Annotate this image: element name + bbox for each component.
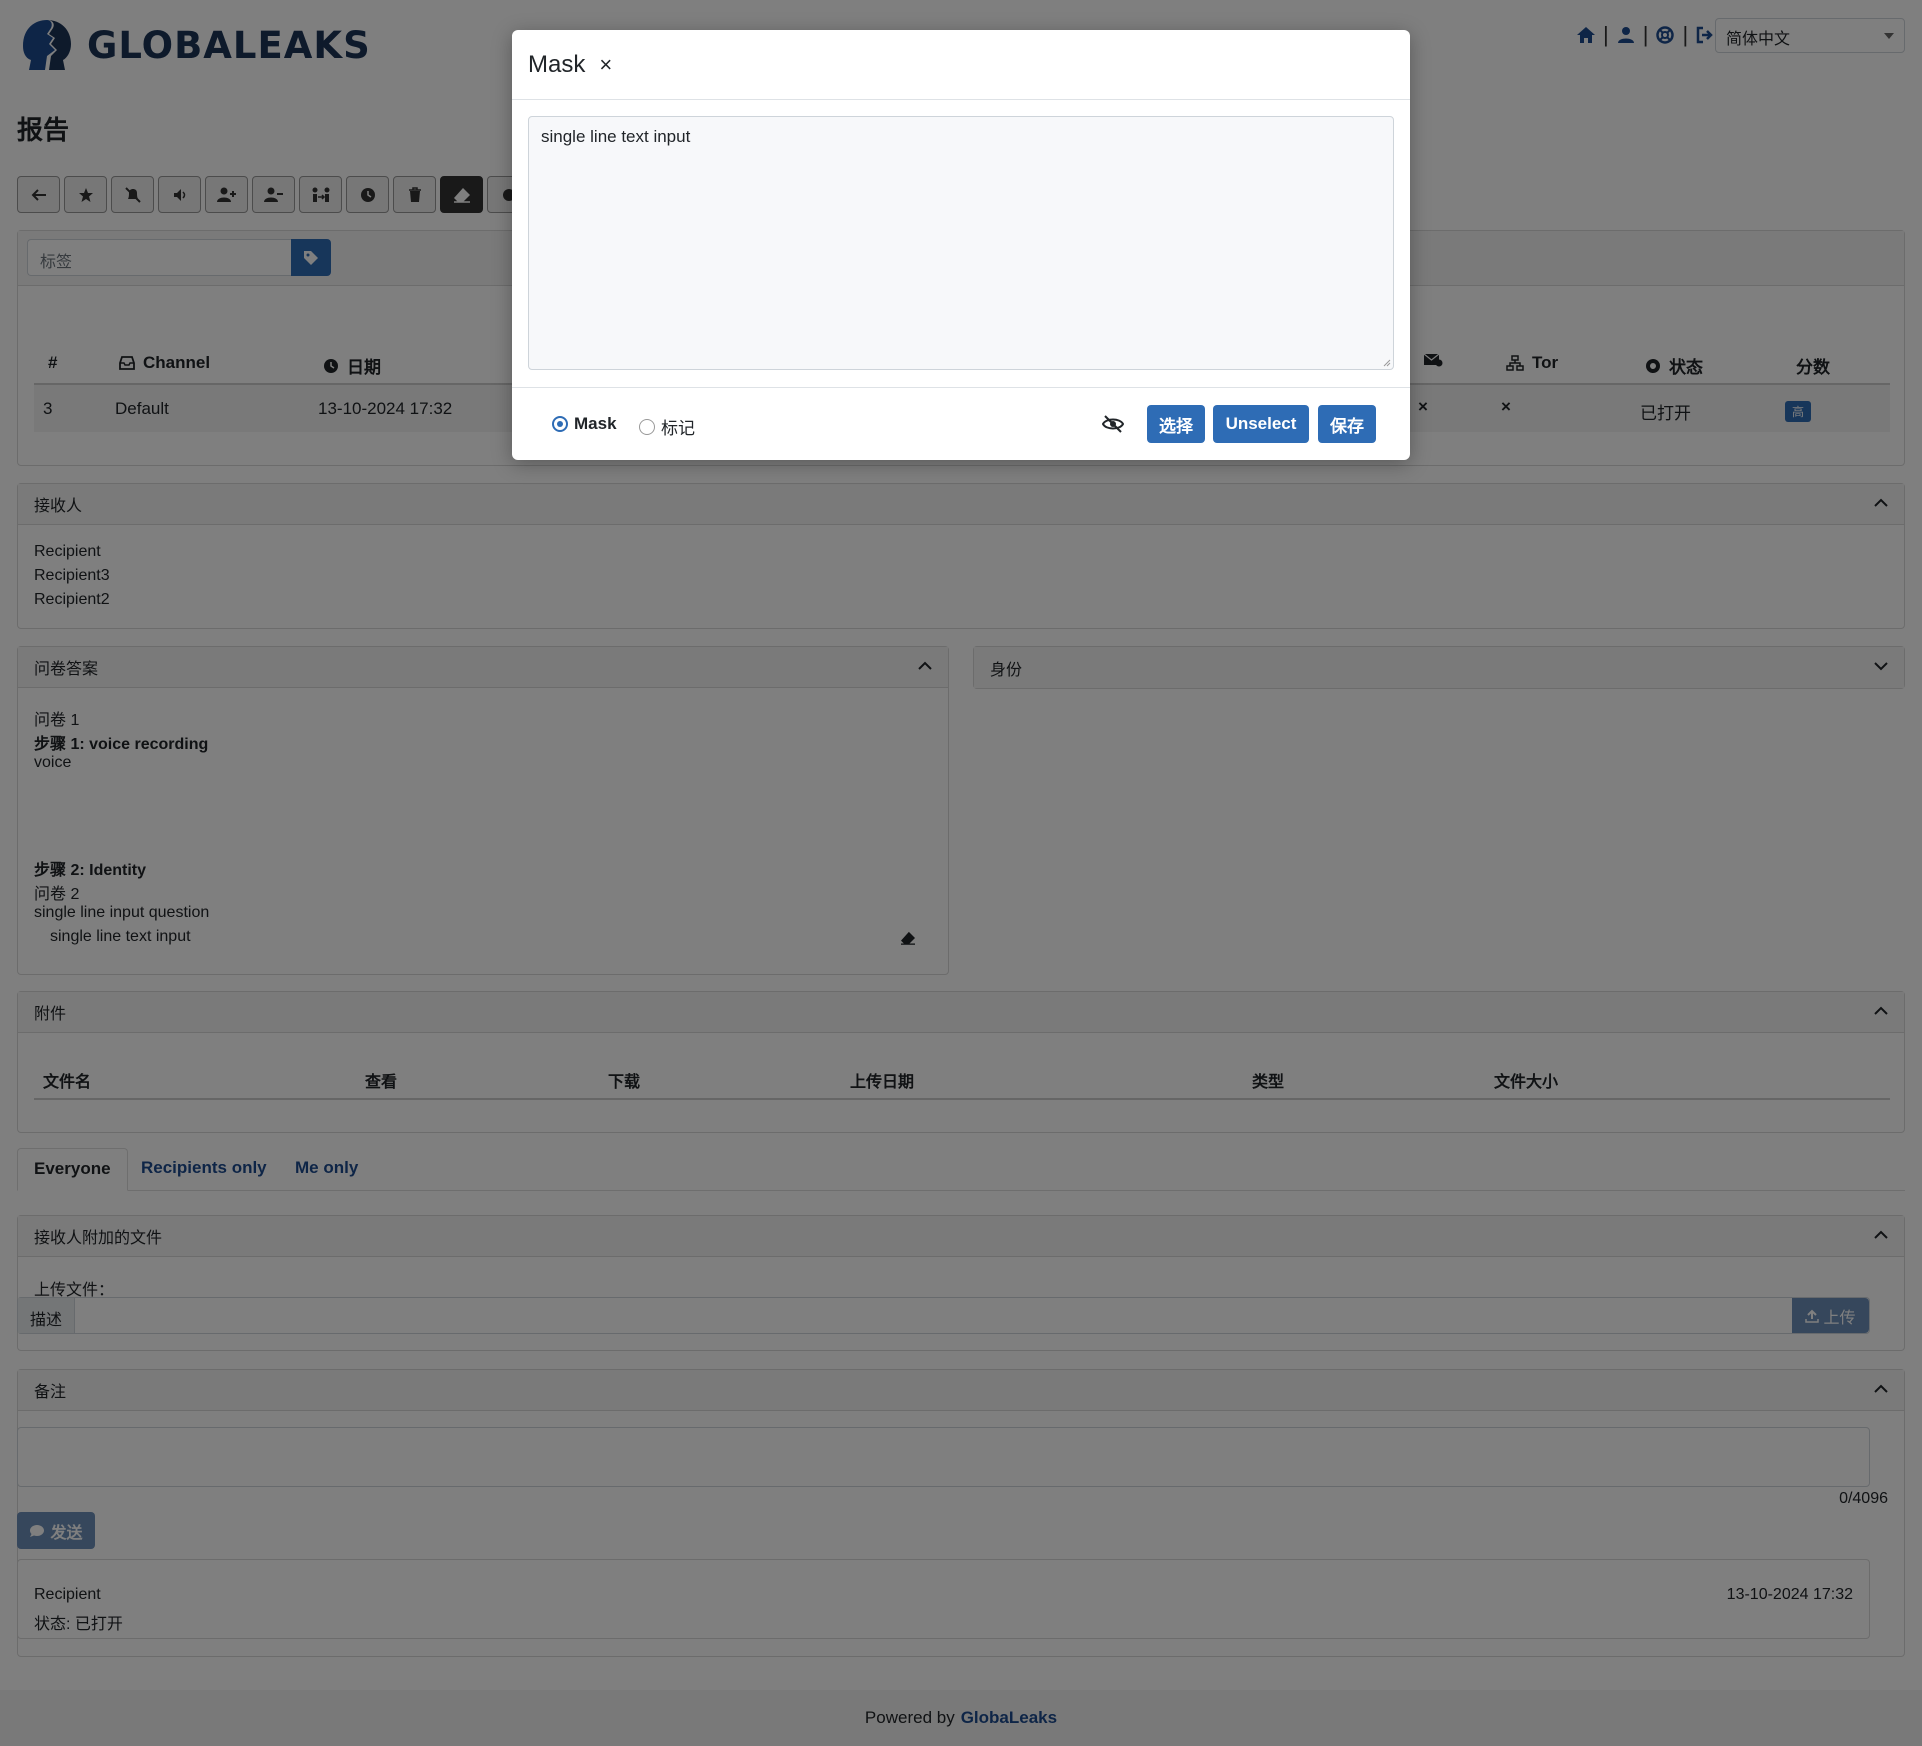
eye-slash-icon[interactable] [1102,415,1124,433]
radio-mark-label: 标记 [661,419,695,438]
modal-footer: Mask 标记 选择 Unselect 保存 [512,387,1410,460]
radio-mask-label: Mask [574,414,617,433]
page: GLOBALEAKS | | | 简体中文 报告 [0,0,1922,1746]
radio-mark[interactable]: 标记 [639,414,695,439]
select-button[interactable]: 选择 [1147,405,1205,443]
unselect-button[interactable]: Unselect [1213,405,1309,443]
radio-mark-dot[interactable] [639,418,655,435]
modal-header: Mask × [512,30,1410,100]
modal-title: Mask [528,50,586,78]
save-button[interactable]: 保存 [1318,405,1376,443]
resize-handle-icon[interactable] [1381,357,1391,367]
mask-textarea[interactable]: single line text input [528,116,1394,370]
close-icon[interactable]: × [599,52,612,78]
radio-mask[interactable]: Mask [552,414,617,434]
mask-modal: Mask × single line text input Mask 标记 选择… [512,30,1410,460]
mask-textarea-content: single line text input [541,127,691,146]
radio-mask-dot[interactable] [552,416,568,432]
